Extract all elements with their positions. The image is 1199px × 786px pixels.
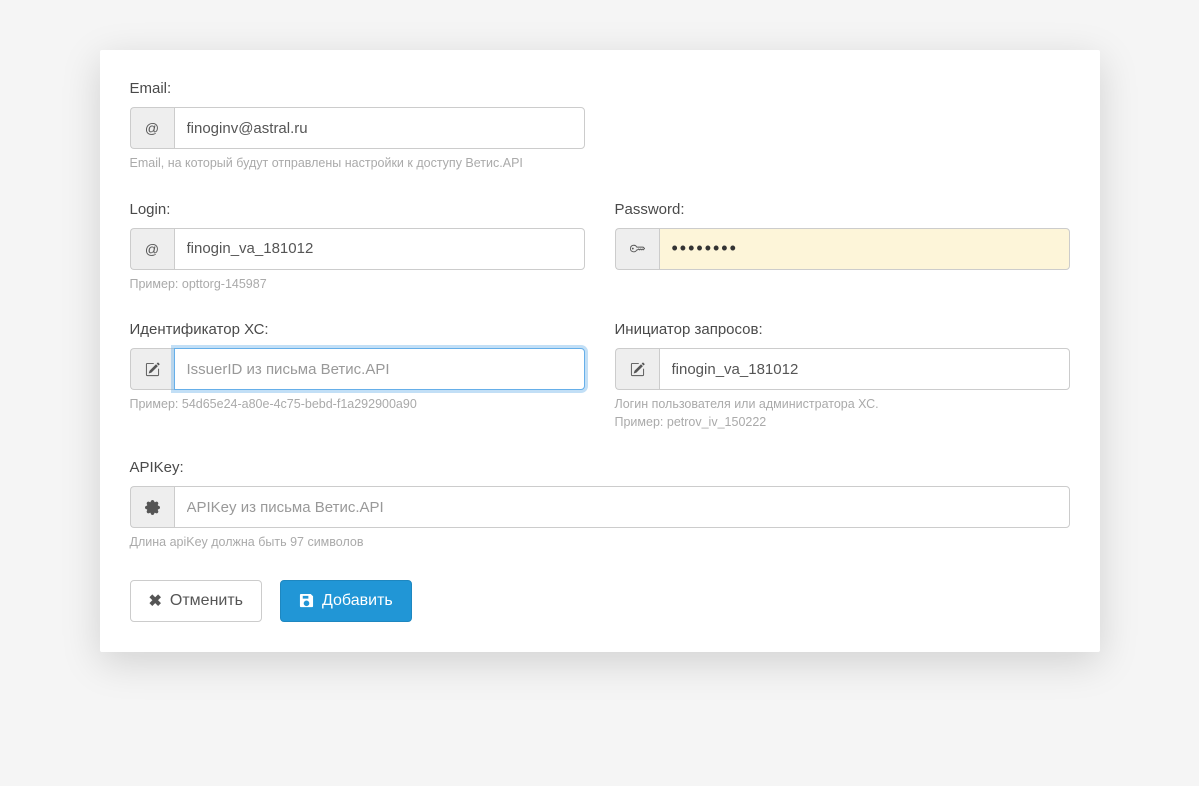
login-label: Login: — [130, 201, 585, 218]
login-field[interactable] — [174, 228, 585, 270]
email-field[interactable] — [174, 107, 585, 149]
apikey-label: APIKey: — [130, 459, 1070, 476]
at-icon: @ — [130, 107, 174, 149]
button-row: ✖ Отменить Добавить — [130, 580, 1070, 622]
cancel-button[interactable]: ✖ Отменить — [130, 580, 263, 622]
key-icon — [615, 228, 659, 270]
edit-icon — [130, 348, 174, 390]
initiator-field[interactable] — [659, 348, 1070, 390]
issuer-label: Идентификатор ХС: — [130, 321, 585, 338]
email-input-group: @ — [130, 107, 585, 149]
edit-icon — [615, 348, 659, 390]
initiator-help: Логин пользователя или администратора ХС… — [615, 396, 1070, 431]
apikey-input-group — [130, 486, 1070, 528]
add-button-label: Добавить — [322, 592, 393, 610]
login-help: Пример: opttorg-145987 — [130, 276, 585, 294]
gears-icon — [130, 486, 174, 528]
issuer-input-group — [130, 348, 585, 390]
save-icon — [299, 593, 314, 608]
login-input-group: @ — [130, 228, 585, 270]
email-label: Email: — [130, 80, 585, 97]
apikey-help: Длина apiKey должна быть 97 символов — [130, 534, 1070, 552]
password-input-group — [615, 228, 1070, 270]
initiator-input-group — [615, 348, 1070, 390]
add-button[interactable]: Добавить — [280, 580, 412, 622]
at-icon: @ — [130, 228, 174, 270]
email-help: Email, на который будут отправлены настр… — [130, 155, 585, 173]
password-field[interactable] — [659, 228, 1070, 270]
initiator-label: Инициатор запросов: — [615, 321, 1070, 338]
issuer-help: Пример: 54d65e24-a80e-4c75-bebd-f1a29290… — [130, 396, 585, 414]
password-label: Password: — [615, 201, 1070, 218]
apikey-field[interactable] — [174, 486, 1070, 528]
cancel-button-label: Отменить — [170, 592, 243, 610]
form-panel: Email: @ Email, на который будут отправл… — [100, 50, 1100, 652]
issuer-field[interactable] — [174, 348, 585, 390]
close-icon: ✖ — [149, 591, 162, 611]
